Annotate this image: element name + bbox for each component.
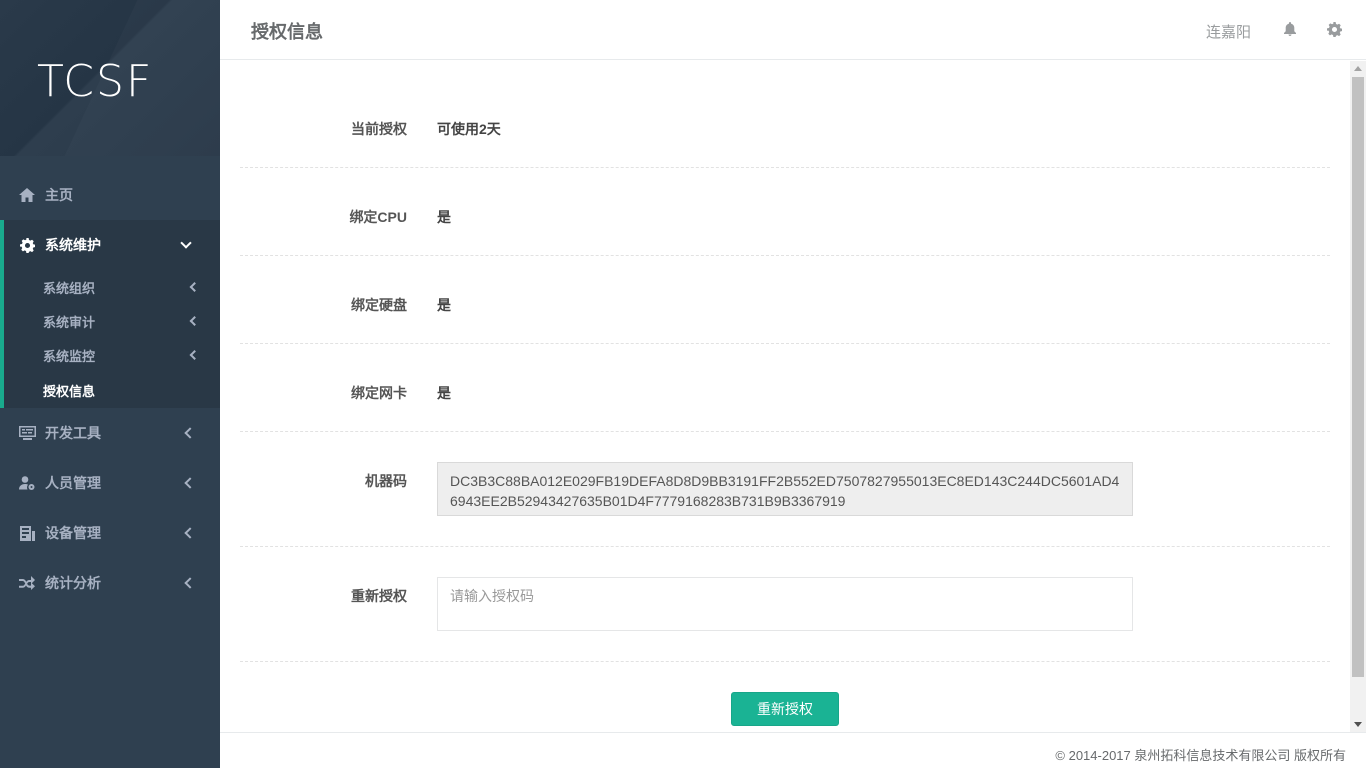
sidebar-group-system-maintenance: 系统维护 系统组织 系统审计 系统监控 授权信息 xyxy=(0,220,220,408)
sidebar-nav: 主页 系统维护 系统组织 系统审计 系统监控 授权信息 开发工具 人员管理 设备… xyxy=(0,170,220,608)
footer: © 2014-2017 泉州拓科信息技术有限公司 版权所有 xyxy=(220,732,1366,768)
sidebar-item-label: 人员管理 xyxy=(45,475,101,491)
chevron-left-icon xyxy=(184,527,196,539)
row-reauth: 重新授权 xyxy=(240,547,1330,662)
sidebar-item-stats[interactable]: 统计分析 xyxy=(0,558,220,608)
main-content: 当前授权 可使用2天 绑定CPU 是 绑定硬盘 是 绑定网卡 是 机器码 DC3… xyxy=(220,61,1350,732)
row-current-license: 当前授权 可使用2天 xyxy=(240,61,1330,168)
reauthorize-button[interactable]: 重新授权 xyxy=(731,692,839,726)
sidebar-item-devices[interactable]: 设备管理 xyxy=(0,508,220,558)
sidebar: TCSF 主页 系统维护 系统组织 系统审计 系统监控 授权信息 开发工具 人员… xyxy=(0,0,220,768)
sidebar-item-label: 开发工具 xyxy=(45,425,101,441)
sidebar-subitem-label: 系统监控 xyxy=(43,348,96,364)
bind-cpu-label: 绑定CPU xyxy=(349,209,407,225)
sidebar-item-personnel[interactable]: 人员管理 xyxy=(0,458,220,508)
bind-nic-label: 绑定网卡 xyxy=(351,385,407,401)
scrollbar[interactable] xyxy=(1350,61,1366,732)
sidebar-subitem-label: 系统组织 xyxy=(43,280,96,296)
current-license-label: 当前授权 xyxy=(351,121,407,137)
reauth-label: 重新授权 xyxy=(351,588,407,604)
sidebar-item-label: 系统维护 xyxy=(45,237,101,253)
home-icon xyxy=(18,186,36,204)
chevron-left-icon xyxy=(184,577,196,589)
logo-area: TCSF xyxy=(0,0,220,156)
logo[interactable]: TCSF xyxy=(37,58,153,106)
sidebar-subitem-label: 授权信息 xyxy=(43,383,96,399)
sidebar-subitem-monitor[interactable]: 系统监控 xyxy=(4,338,220,372)
scroll-up-icon[interactable] xyxy=(1354,66,1362,71)
machine-code-label: 机器码 xyxy=(365,473,407,489)
chevron-left-icon xyxy=(184,477,196,489)
sidebar-subitem-audit[interactable]: 系统审计 xyxy=(4,304,220,338)
sidebar-item-label: 主页 xyxy=(45,187,73,203)
row-bind-nic: 绑定网卡 是 xyxy=(240,344,1330,432)
row-bind-cpu: 绑定CPU 是 xyxy=(240,168,1330,256)
gear-icon xyxy=(18,236,36,254)
terminal-icon xyxy=(18,424,36,442)
chevron-left-icon xyxy=(189,282,200,292)
scroll-down-icon[interactable] xyxy=(1354,722,1362,727)
user-name[interactable]: 连嘉阳 xyxy=(1206,21,1251,42)
gear-icon[interactable] xyxy=(1327,22,1343,40)
user-gear-icon xyxy=(18,474,36,492)
license-code-input[interactable] xyxy=(437,577,1133,631)
row-bind-disk: 绑定硬盘 是 xyxy=(240,256,1330,344)
sidebar-subitem-org[interactable]: 系统组织 xyxy=(4,270,220,304)
sidebar-item-label: 设备管理 xyxy=(45,525,101,541)
bell-icon[interactable] xyxy=(1284,22,1296,39)
bind-cpu-value: 是 xyxy=(437,209,451,225)
sidebar-subitem-label: 系统审计 xyxy=(43,314,96,330)
server-icon xyxy=(18,524,36,542)
scroll-thumb[interactable] xyxy=(1352,77,1364,677)
bind-nic-value: 是 xyxy=(437,385,451,401)
top-bar: 授权信息 连嘉阳 xyxy=(220,0,1366,60)
sidebar-item-home[interactable]: 主页 xyxy=(0,170,220,220)
sidebar-item-dev-tools[interactable]: 开发工具 xyxy=(0,408,220,458)
page-title: 授权信息 xyxy=(251,22,323,42)
chevron-left-icon xyxy=(189,316,200,326)
chevron-left-icon xyxy=(189,350,200,360)
row-machine-code: 机器码 DC3B3C88BA012E029FB19DEFA8D8D9BB3191… xyxy=(240,432,1330,547)
sidebar-item-label: 统计分析 xyxy=(45,575,101,591)
sidebar-item-system-maintenance[interactable]: 系统维护 xyxy=(4,220,220,270)
bind-disk-value: 是 xyxy=(437,297,451,313)
machine-code-field: DC3B3C88BA012E029FB19DEFA8D8D9BB3191FF2B… xyxy=(437,462,1133,516)
bind-disk-label: 绑定硬盘 xyxy=(351,297,407,313)
current-license-value: 可使用2天 xyxy=(437,121,501,137)
chevron-down-icon xyxy=(180,237,192,249)
chevron-left-icon xyxy=(184,427,196,439)
shuffle-icon xyxy=(18,574,36,592)
copyright: © 2014-2017 泉州拓科信息技术有限公司 版权所有 xyxy=(1055,748,1346,763)
sidebar-subitem-license[interactable]: 授权信息 xyxy=(4,372,220,408)
